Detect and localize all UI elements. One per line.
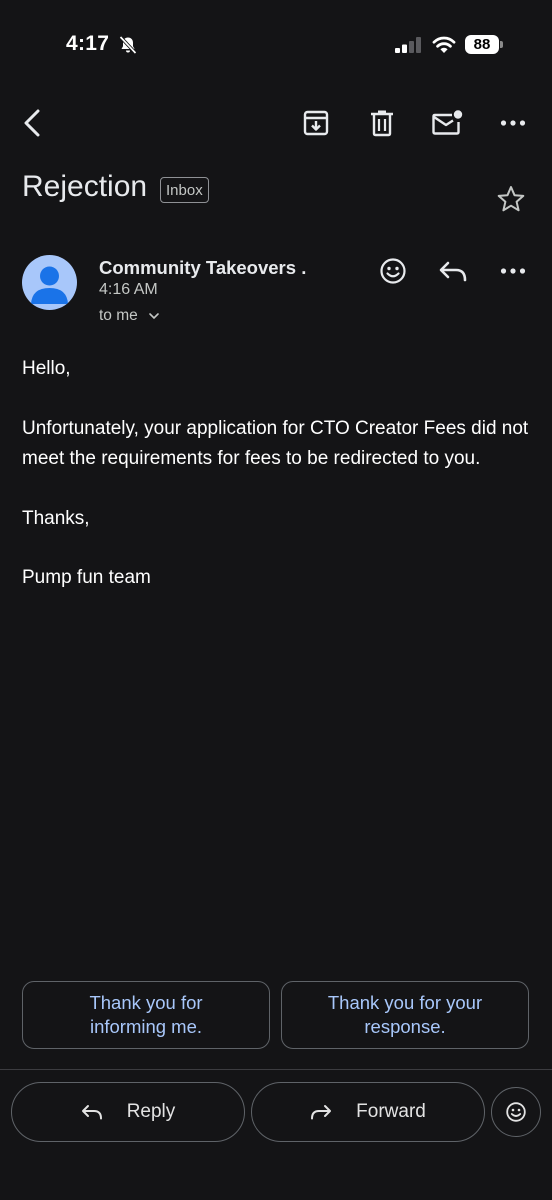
email-timestamp: 4:16 AM (99, 281, 158, 298)
avatar[interactable] (22, 255, 77, 310)
cellular-signal-icon (395, 37, 423, 53)
reply-arrow-icon[interactable] (435, 253, 471, 289)
smart-reply-chip[interactable]: Thank you for informing me. (22, 981, 270, 1049)
recipient-label: to me (99, 307, 138, 324)
bell-slash-icon (118, 35, 138, 55)
arrow-left-icon[interactable] (14, 103, 50, 143)
inbox-label-badge[interactable]: Inbox (160, 177, 209, 203)
email-body: Hello, Unfortunately, your application f… (22, 354, 532, 623)
emoji-reaction-button[interactable] (491, 1087, 541, 1137)
body-paragraph: Unfortunately, your application for CTO … (22, 417, 529, 470)
reply-button[interactable]: Reply (11, 1082, 245, 1142)
archive-icon[interactable] (298, 104, 334, 142)
divider (0, 1069, 552, 1070)
reply-arrow-icon (81, 1103, 103, 1121)
sender-name[interactable]: Community Takeovers . (99, 257, 306, 279)
chevron-down-icon (148, 312, 160, 320)
mark-unread-icon[interactable] (428, 104, 466, 142)
smile-icon[interactable] (375, 253, 411, 289)
recipient-details-toggle[interactable]: to me (99, 307, 160, 325)
wifi-icon (431, 34, 457, 54)
forward-label: Forward (356, 1101, 426, 1122)
star-outline-icon[interactable] (492, 180, 530, 218)
smart-reply-chip[interactable]: Thank you for your response. (281, 981, 529, 1049)
trash-icon[interactable] (364, 104, 400, 142)
body-paragraph: Pump fun team (22, 567, 151, 588)
forward-arrow-icon (310, 1103, 332, 1121)
smile-icon (505, 1101, 527, 1123)
forward-button[interactable]: Forward (251, 1082, 485, 1142)
more-horizontal-icon[interactable] (494, 253, 532, 289)
body-paragraph: Thanks, (22, 507, 90, 529)
battery-indicator: 88 (465, 35, 499, 54)
more-horizontal-icon[interactable] (494, 104, 532, 142)
reply-label: Reply (126, 1101, 176, 1122)
battery-tip (500, 41, 503, 48)
status-time: 4:17 (66, 32, 110, 55)
email-subject: Rejection (22, 170, 148, 203)
body-paragraph: Hello, (22, 358, 71, 379)
